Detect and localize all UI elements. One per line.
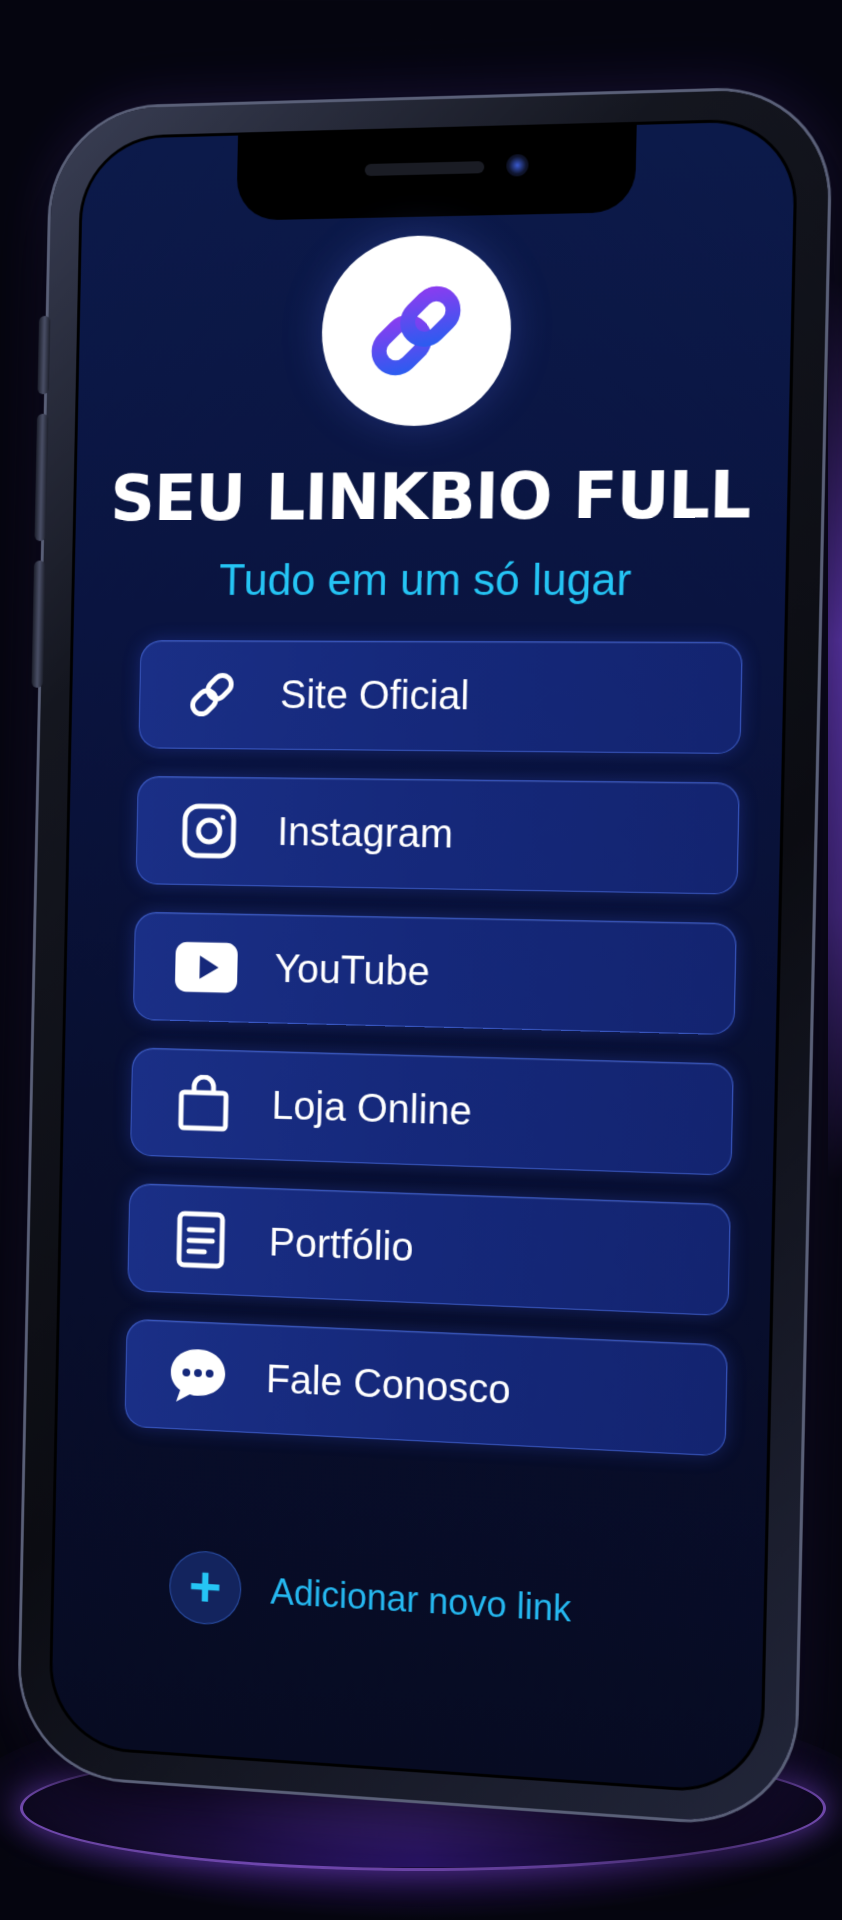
add-new-link-label: Adicionar novo link xyxy=(270,1570,572,1630)
side-button xyxy=(34,413,49,542)
link-button-youtube[interactable]: YouTube xyxy=(132,911,737,1036)
link-button-portfolio[interactable]: Portfólio xyxy=(127,1182,731,1317)
profile-logo xyxy=(320,233,513,427)
link-button-instagram[interactable]: Instagram xyxy=(135,775,740,895)
document-icon xyxy=(169,1207,232,1273)
phone-screen: SEU LINKBIO FULL Tudo em um só lugar Sit… xyxy=(47,117,799,1797)
plus-icon: + xyxy=(168,1549,242,1627)
link-label: Loja Online xyxy=(271,1083,473,1134)
link-label: YouTube xyxy=(274,946,431,994)
phone-frame: SEU LINKBIO FULL Tudo em um só lugar Sit… xyxy=(18,87,831,1827)
side-button xyxy=(37,315,51,395)
front-camera xyxy=(506,153,529,177)
page-subtitle: Tudo em um só lugar xyxy=(218,555,632,606)
background-glow xyxy=(828,280,842,1180)
page-title: SEU LINKBIO FULL xyxy=(109,458,751,536)
link-button-loja-online[interactable]: Loja Online xyxy=(129,1047,734,1176)
link-label: Fale Conosco xyxy=(265,1356,512,1413)
chat-bubble-icon xyxy=(166,1343,229,1409)
youtube-icon xyxy=(174,935,238,1000)
phone-notch xyxy=(236,120,637,221)
link-list: Site Oficial Instagram YouTube Loja Onli… xyxy=(124,640,743,1485)
link-button-site-oficial[interactable]: Site Oficial xyxy=(138,640,743,755)
side-button xyxy=(31,560,46,688)
phone-device: SEU LINKBIO FULL Tudo em um só lugar Sit… xyxy=(18,87,831,1827)
instagram-icon xyxy=(177,799,240,863)
chain-link-logo-icon xyxy=(360,275,472,387)
link-button-fale-conosco[interactable]: Fale Conosco xyxy=(124,1318,728,1457)
add-new-link-button[interactable]: + Adicionar novo link xyxy=(168,1549,572,1646)
shopping-bag-icon xyxy=(172,1071,235,1136)
link-icon xyxy=(180,663,243,727)
link-label: Instagram xyxy=(276,809,454,857)
link-label: Site Oficial xyxy=(279,672,470,718)
link-label: Portfólio xyxy=(268,1220,414,1270)
speaker-grille xyxy=(364,161,485,177)
